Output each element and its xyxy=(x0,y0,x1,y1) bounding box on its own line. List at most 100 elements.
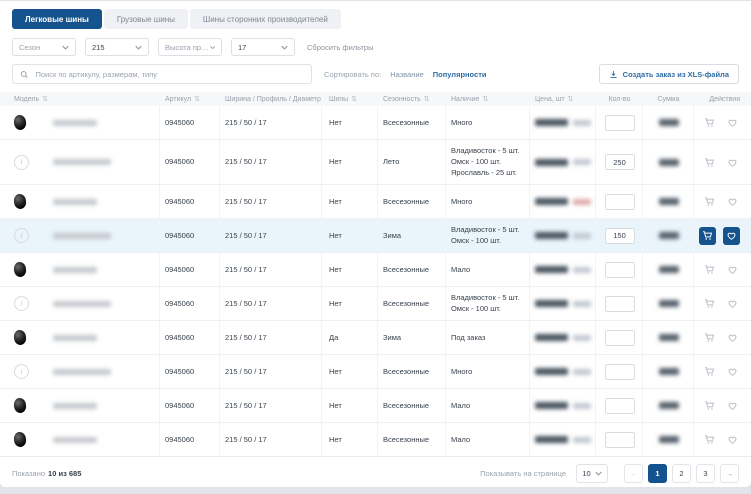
table-row[interactable]: 0945060 215 / 50 / 17 Нет Всесезонные Мн… xyxy=(0,184,751,218)
table-row[interactable]: i 0945060 215 / 50 / 17 Нет Всесезонные … xyxy=(0,286,751,320)
availability-line: Мало xyxy=(451,435,470,445)
table-row[interactable]: i 0945060 215 / 50 / 17 Нет Лето Владиво… xyxy=(0,139,751,184)
table-row[interactable]: i 0945060 215 / 50 / 17 Нет Зима Владиво… xyxy=(0,218,751,252)
column-header: Сумма xyxy=(643,96,694,103)
quantity-input[interactable] xyxy=(605,115,635,131)
create-xls-order-button[interactable]: Создать заказ из XLS-файла xyxy=(599,64,739,84)
cart-icon xyxy=(704,298,715,309)
tab-passenger-tires[interactable]: Легковые шины xyxy=(12,9,102,29)
article-cell: 0945060 xyxy=(160,253,220,286)
column-header[interactable]: Модель⇅ xyxy=(0,95,160,103)
profile-select[interactable]: Высота профиля xyxy=(158,38,222,56)
column-header[interactable]: Цена, шт⇅ xyxy=(530,95,596,103)
add-to-cart-button[interactable] xyxy=(701,194,717,210)
favorite-button[interactable] xyxy=(723,227,740,245)
favorite-button[interactable] xyxy=(724,364,740,380)
column-header[interactable]: Артикул⇅ xyxy=(160,95,220,103)
shown-count: 10 из 685 xyxy=(48,469,81,478)
column-header[interactable]: Шипы⇅ xyxy=(322,95,378,103)
availability-cell: Мало xyxy=(446,423,530,456)
sum-cell xyxy=(643,140,694,184)
table-row[interactable]: 0945060 215 / 50 / 17 Нет Всесезонные Мн… xyxy=(0,106,751,139)
season-cell: Лето xyxy=(378,140,446,184)
sort-icon[interactable]: ⇅ xyxy=(42,95,48,103)
add-to-cart-button[interactable] xyxy=(699,227,716,245)
width-select[interactable]: 215 xyxy=(85,38,149,56)
shown-label: Показано xyxy=(12,469,45,478)
quantity-input[interactable] xyxy=(605,262,635,278)
column-header[interactable]: Наличие⇅ xyxy=(446,95,530,103)
sum-blurred xyxy=(659,119,679,126)
quantity-input[interactable] xyxy=(605,330,635,346)
spikes-cell: Да xyxy=(322,321,378,354)
favorite-button[interactable] xyxy=(724,194,740,210)
tab-truck-tires[interactable]: Грузовые шины xyxy=(104,9,188,29)
quantity-input[interactable] xyxy=(605,154,635,170)
chevron-down-icon xyxy=(210,45,215,50)
pagination-next-button[interactable]: → xyxy=(720,464,739,483)
table-row[interactable]: 0945060 215 / 50 / 17 Нет Всесезонные Ма… xyxy=(0,388,751,422)
sort-icon[interactable]: ⇅ xyxy=(482,95,488,103)
favorite-button[interactable] xyxy=(724,432,740,448)
quantity-input[interactable] xyxy=(605,364,635,380)
add-to-cart-button[interactable] xyxy=(701,330,717,346)
search-input[interactable] xyxy=(33,69,304,80)
column-header[interactable]: Сезонность⇅ xyxy=(378,95,446,103)
sum-cell xyxy=(643,253,694,286)
season-cell: Всесезонные xyxy=(378,287,446,320)
heart-icon xyxy=(727,434,738,445)
pagination-prev-button[interactable]: ← xyxy=(624,464,643,483)
table-row[interactable]: i 0945060 215 / 50 / 17 Нет Всесезонные … xyxy=(0,354,751,388)
season-cell: Всесезонные xyxy=(378,389,446,422)
favorite-button[interactable] xyxy=(724,330,740,346)
add-to-cart-button[interactable] xyxy=(701,432,717,448)
table-row[interactable]: 0945060 215 / 50 / 17 Нет Всесезонные Ма… xyxy=(0,422,751,456)
sort-icon[interactable]: ⇅ xyxy=(351,95,357,103)
price-blurred xyxy=(535,232,568,239)
search-row: Сортировать по: Название Популярности Со… xyxy=(12,64,739,84)
sort-group: Сортировать по: Название Популярности xyxy=(324,70,487,79)
price-blurred xyxy=(535,436,568,443)
favorite-button[interactable] xyxy=(724,115,740,131)
table-row[interactable]: 0945060 215 / 50 / 17 Да Зима Под заказ xyxy=(0,320,751,354)
availability-line: Владивосток - 5 шт. xyxy=(451,146,519,156)
sort-icon[interactable]: ⇅ xyxy=(424,95,430,103)
price-blurred xyxy=(535,334,568,341)
pagination-page-button[interactable]: 3 xyxy=(696,464,715,483)
sort-option-popularity[interactable]: Популярности xyxy=(433,70,487,79)
add-to-cart-button[interactable] xyxy=(701,398,717,414)
price-unit-blurred xyxy=(573,120,591,126)
quantity-input[interactable] xyxy=(605,398,635,414)
quantity-input[interactable] xyxy=(605,194,635,210)
add-to-cart-button[interactable] xyxy=(701,154,717,170)
heart-icon xyxy=(726,230,737,241)
quantity-input[interactable] xyxy=(605,228,635,244)
xls-button-label: Создать заказ из XLS-файла xyxy=(623,70,729,79)
reset-filters-link[interactable]: Сбросить фильтры xyxy=(307,43,373,52)
price-blurred xyxy=(535,402,568,409)
sort-icon[interactable]: ⇅ xyxy=(568,95,574,103)
quantity-input[interactable] xyxy=(605,432,635,448)
add-to-cart-button[interactable] xyxy=(701,296,717,312)
size-cell: 215 / 50 / 17 xyxy=(220,423,322,456)
pagination-pages: 123 xyxy=(648,464,715,483)
tab-third-party-tires[interactable]: Шины сторонних производителей xyxy=(190,9,341,29)
season-select[interactable]: Сезон xyxy=(12,38,76,56)
pagination-page-button[interactable]: 2 xyxy=(672,464,691,483)
add-to-cart-button[interactable] xyxy=(701,262,717,278)
diameter-select[interactable]: 17 xyxy=(231,38,295,56)
spikes-cell: Нет xyxy=(322,106,378,139)
price-unit-blurred xyxy=(573,159,591,165)
per-page-select[interactable]: 10 xyxy=(576,464,608,483)
sort-icon[interactable]: ⇅ xyxy=(194,95,200,103)
add-to-cart-button[interactable] xyxy=(701,115,717,131)
table-row[interactable]: 0945060 215 / 50 / 17 Нет Всесезонные Ма… xyxy=(0,252,751,286)
favorite-button[interactable] xyxy=(724,398,740,414)
sort-option-name[interactable]: Название xyxy=(390,70,424,79)
favorite-button[interactable] xyxy=(724,296,740,312)
favorite-button[interactable] xyxy=(724,262,740,278)
favorite-button[interactable] xyxy=(724,154,740,170)
pagination-page-button[interactable]: 1 xyxy=(648,464,667,483)
add-to-cart-button[interactable] xyxy=(701,364,717,380)
quantity-input[interactable] xyxy=(605,296,635,312)
